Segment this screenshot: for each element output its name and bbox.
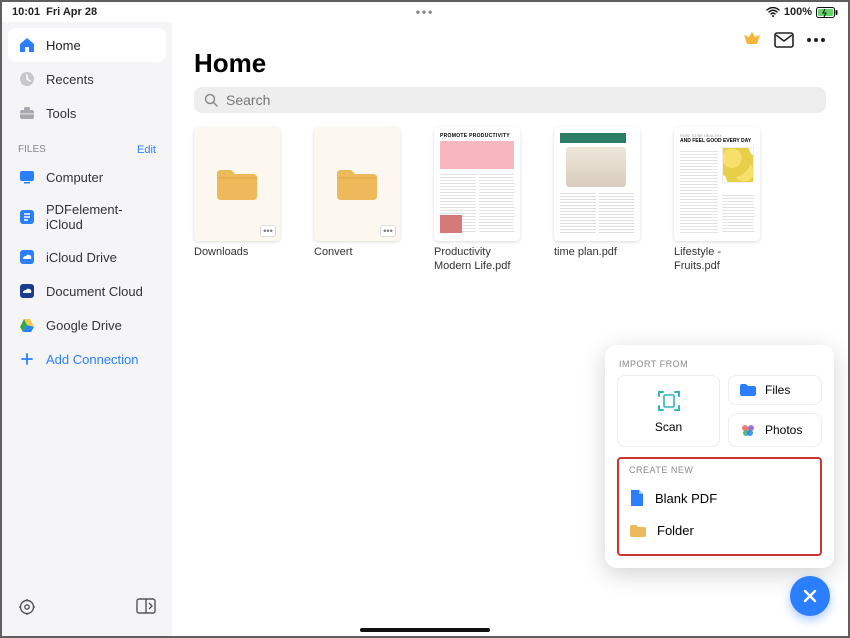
import-from-label: IMPORT FROM: [617, 355, 822, 375]
clock-icon: [18, 70, 36, 88]
search-bar[interactable]: [194, 87, 826, 113]
import-files-button[interactable]: Files: [728, 375, 822, 405]
sidebar-item-label: Home: [46, 38, 81, 53]
wifi-icon: [766, 7, 780, 17]
toolbox-icon: [18, 104, 36, 122]
mail-icon[interactable]: [774, 32, 794, 48]
folder-icon: [335, 166, 379, 202]
sidebar: Home Recents Tools FILES Edit Computer P…: [2, 22, 172, 636]
sidebar-item-tools[interactable]: Tools: [8, 96, 166, 130]
sidebar-item-icloud[interactable]: iCloud Drive: [8, 240, 166, 274]
search-icon: [204, 93, 218, 107]
sidebar-item-pdfelement[interactable]: PDFelement-iCloud: [8, 194, 166, 240]
blank-pdf-icon: [629, 489, 645, 507]
file-name: Productivity Modern Life.pdf: [434, 245, 528, 274]
file-card-convert[interactable]: ••• Convert: [314, 127, 408, 274]
file-name: time plan.pdf: [554, 245, 648, 259]
create-blank-pdf-button[interactable]: Blank PDF: [627, 481, 812, 515]
files-section-header: FILES Edit: [8, 130, 166, 160]
sidebar-item-label: iCloud Drive: [46, 250, 117, 265]
status-center-dots: •••: [416, 5, 435, 19]
files-label: FILES: [18, 144, 46, 156]
layout-toggle-button[interactable]: [136, 598, 156, 616]
files-label: Files: [765, 383, 790, 397]
pdfelement-icon: [18, 208, 36, 226]
sidebar-item-label: Document Cloud: [46, 284, 143, 299]
create-new-label: CREATE NEW: [627, 465, 812, 481]
status-bar: 10:01 Fri Apr 28 ••• 100%: [2, 2, 848, 22]
sidebar-item-label: PDFelement-iCloud: [46, 202, 156, 232]
status-time: 10:01: [12, 6, 40, 18]
folder-thumb: •••: [314, 127, 400, 241]
file-card-lifestyle[interactable]: HOW TO BE HEALTHY AND FEEL GOOD EVERY DA…: [674, 127, 768, 274]
status-date: Fri Apr 28: [46, 6, 97, 18]
file-name: Lifestyle - Fruits.pdf: [674, 245, 768, 274]
photos-icon: [739, 421, 757, 439]
import-photos-button[interactable]: Photos: [728, 413, 822, 447]
close-icon: [802, 588, 818, 604]
computer-icon: [18, 168, 36, 186]
file-grid: ••• Downloads ••• Convert PROMOTE PRODUC…: [194, 127, 826, 274]
sidebar-item-label: Google Drive: [46, 318, 122, 333]
card-more-icon[interactable]: •••: [260, 225, 276, 237]
scan-label: Scan: [655, 420, 682, 434]
file-card-productivity[interactable]: PROMOTE PRODUCTIVITY Productivity Modern…: [434, 127, 528, 274]
close-fab-button[interactable]: [790, 576, 830, 616]
icloud-icon: [18, 248, 36, 266]
sidebar-item-gdrive[interactable]: Google Drive: [8, 308, 166, 342]
file-card-timeplan[interactable]: time plan.pdf: [554, 127, 648, 274]
sidebar-item-label: Add Connection: [46, 352, 139, 367]
doc-thumb: [554, 127, 640, 241]
doc-thumb: PROMOTE PRODUCTIVITY: [434, 127, 520, 241]
main-area: Home ••• Downloads ••• Convert: [172, 22, 848, 636]
folder-icon: [215, 166, 259, 202]
sidebar-item-label: Tools: [46, 106, 76, 121]
file-name: Convert: [314, 245, 408, 259]
sidebar-item-doccloud[interactable]: Document Cloud: [8, 274, 166, 308]
create-folder-button[interactable]: Folder: [627, 515, 812, 546]
gdrive-icon: [18, 316, 36, 334]
home-icon: [18, 36, 36, 54]
sidebar-item-add-connection[interactable]: Add Connection: [8, 342, 166, 376]
search-input[interactable]: [226, 92, 816, 108]
settings-button[interactable]: [18, 598, 36, 616]
photos-label: Photos: [765, 423, 802, 437]
plus-icon: [18, 350, 36, 368]
doc-thumb: HOW TO BE HEALTHY AND FEEL GOOD EVERY DA…: [674, 127, 760, 241]
premium-crown-icon[interactable]: [742, 30, 762, 50]
file-name: Downloads: [194, 245, 288, 259]
battery-percent: 100%: [784, 6, 812, 18]
edit-link[interactable]: Edit: [137, 144, 156, 156]
battery-icon: [816, 7, 838, 18]
create-folder-label: Folder: [657, 523, 694, 538]
import-panel: IMPORT FROM Scan Files Photos: [605, 345, 834, 568]
folder-thumb: •••: [194, 127, 280, 241]
doccloud-icon: [18, 282, 36, 300]
sidebar-item-home[interactable]: Home: [8, 28, 166, 62]
file-card-downloads[interactable]: ••• Downloads: [194, 127, 288, 274]
create-new-section: CREATE NEW Blank PDF Folder: [617, 457, 822, 556]
sidebar-item-recents[interactable]: Recents: [8, 62, 166, 96]
create-folder-icon: [629, 524, 647, 538]
scan-icon: [656, 388, 682, 414]
page-title: Home: [194, 48, 826, 79]
card-more-icon[interactable]: •••: [380, 225, 396, 237]
home-indicator: [360, 628, 490, 632]
sidebar-item-computer[interactable]: Computer: [8, 160, 166, 194]
blank-pdf-label: Blank PDF: [655, 491, 717, 506]
files-folder-icon: [739, 383, 757, 397]
sidebar-item-label: Computer: [46, 170, 103, 185]
more-icon[interactable]: [806, 37, 826, 43]
sidebar-item-label: Recents: [46, 72, 94, 87]
import-scan-button[interactable]: Scan: [617, 375, 720, 447]
